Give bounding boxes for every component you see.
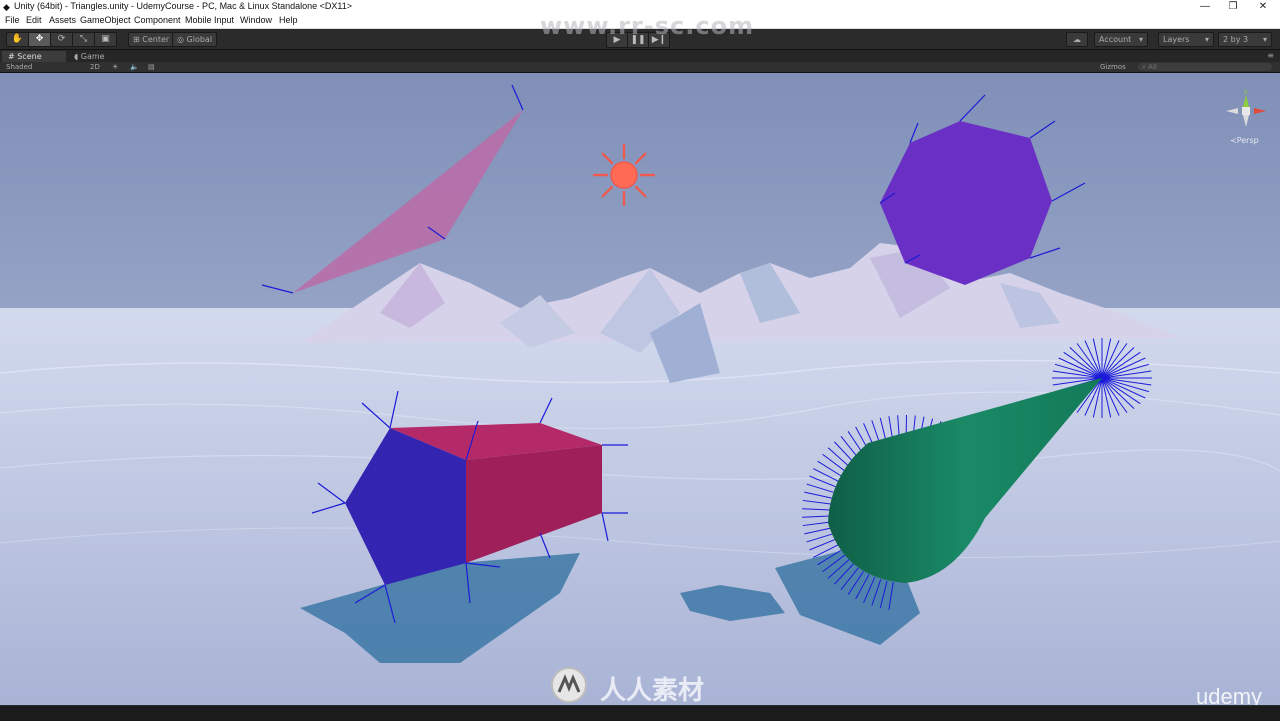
unity-app-icon: ◆ (3, 2, 10, 13)
gizmos-dropdown[interactable]: Gizmos (1100, 62, 1126, 72)
hand-tool-icon[interactable]: ✋ (7, 33, 29, 46)
directional-light-icon (594, 145, 654, 205)
window-title: Unity (64bit) - Triangles.unity - UdemyC… (14, 1, 352, 11)
cloud-icon[interactable]: ☁ (1066, 32, 1088, 47)
scene-effects-icon[interactable]: ▤ (148, 62, 155, 72)
close-button[interactable]: ✕ (1248, 0, 1278, 14)
rotate-tool-icon[interactable]: ⟳ (51, 33, 73, 46)
layers-dropdown[interactable]: Layers▾ (1158, 32, 1214, 47)
status-bar (0, 705, 1280, 721)
scene-viewport[interactable]: y ≺Persp (0, 73, 1280, 705)
menu-component[interactable]: Component (134, 15, 181, 25)
mode-2d-toggle[interactable]: 2D (90, 62, 100, 72)
game-pacman-icon: ◖ (74, 52, 81, 61)
rect-tool-icon[interactable]: ▣ (95, 33, 116, 46)
scene-audio-icon[interactable]: 🔈 (130, 62, 139, 72)
dropdown-arrow-icon: ▾ (1263, 33, 1267, 46)
dropdown-arrow-icon: ▾ (1205, 33, 1209, 46)
scene-lighting-icon[interactable]: ☀ (112, 62, 118, 72)
menu-help[interactable]: Help (279, 15, 298, 25)
minimize-button[interactable]: — (1190, 0, 1220, 14)
watermark-url: www.rr-sc.com (540, 12, 754, 40)
menu-assets[interactable]: Assets (49, 15, 76, 25)
layout-dropdown[interactable]: 2 by 3▾ (1218, 32, 1272, 47)
move-tool-icon[interactable]: ✥ (29, 33, 51, 46)
svg-text:y: y (1244, 88, 1248, 95)
view-tab-bar: # Scene ◖ Game ≡ (0, 50, 1280, 62)
tab-game[interactable]: ◖ Game (68, 51, 124, 62)
tab-menu-icon[interactable]: ≡ (1267, 51, 1274, 60)
pivot-center-toggle[interactable]: ⊞ Center (128, 32, 174, 47)
back-arrow-icon: ≺ (1230, 136, 1237, 145)
watermark-cn: 人人素材 (600, 670, 704, 707)
menu-mobile-input[interactable]: Mobile Input (185, 15, 234, 25)
scene-control-bar: Shaded 2D ☀ 🔈 ▤ Gizmos ⌕ All (0, 62, 1280, 73)
pivot-icon: ⊞ (133, 35, 142, 44)
account-dropdown[interactable]: Account▾ (1094, 32, 1148, 47)
maximize-button[interactable]: ❐ (1218, 0, 1248, 14)
scene-search-input[interactable]: ⌕ All (1138, 63, 1272, 71)
menu-gameobject[interactable]: GameObject (80, 15, 131, 25)
transform-tools: ✋ ✥ ⟳ ⤡ ▣ (6, 32, 117, 47)
scale-tool-icon[interactable]: ⤡ (73, 33, 95, 46)
globe-icon: ◎ (177, 35, 187, 44)
space-global-toggle[interactable]: ◎ Global (172, 32, 217, 47)
menu-edit[interactable]: Edit (26, 15, 42, 25)
projection-label[interactable]: ≺Persp (1230, 136, 1259, 145)
shading-mode-dropdown[interactable]: Shaded (6, 62, 32, 72)
scene-grid-icon: # (8, 52, 17, 61)
menu-file[interactable]: File (5, 15, 20, 25)
menu-window[interactable]: Window (240, 15, 272, 25)
watermark-logo-icon (550, 666, 588, 704)
dropdown-arrow-icon: ▾ (1139, 33, 1143, 46)
tab-scene[interactable]: # Scene (2, 51, 66, 62)
scene-render (0, 73, 1280, 705)
